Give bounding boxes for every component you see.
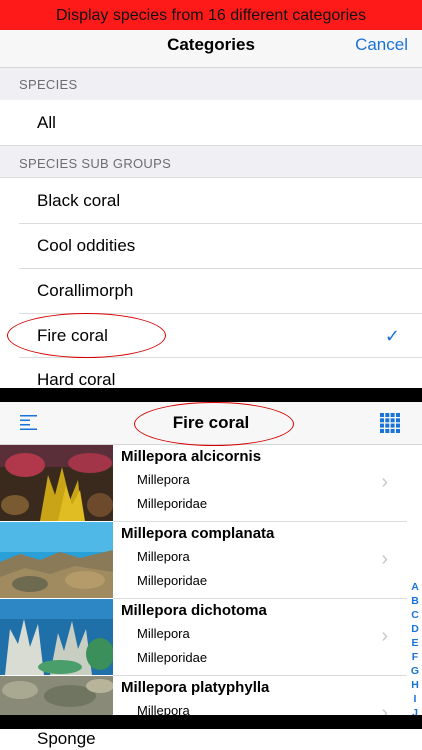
index-letter[interactable]: D xyxy=(408,622,422,636)
chevron-right-icon: › xyxy=(381,625,388,647)
subgroup-label: Cool oddities xyxy=(37,236,136,255)
subgroup-hard-coral[interactable]: Hard coral xyxy=(0,358,422,388)
species-row-platyphylla[interactable]: Millepora platyphylla Millepora › xyxy=(0,676,406,715)
species-genus: Millepora xyxy=(137,703,190,715)
alphabet-index[interactable]: A B C D E F G H I J xyxy=(408,580,422,720)
category-all[interactable]: All xyxy=(0,100,422,145)
index-letter[interactable]: B xyxy=(408,594,422,608)
screen-divider xyxy=(0,715,422,729)
species-name: Millepora platyphylla xyxy=(121,679,270,696)
checkmark-icon: ✓ xyxy=(384,326,400,346)
index-letter[interactable]: F xyxy=(408,650,422,664)
species-family: Milleporidae xyxy=(137,496,208,511)
index-letter[interactable]: I xyxy=(408,692,422,706)
index-letter[interactable]: E xyxy=(408,636,422,650)
subgroup-cool-oddities[interactable]: Cool oddities xyxy=(0,224,422,268)
species-name: Millepora complanata xyxy=(121,525,275,542)
species-family: Milleporidae xyxy=(137,573,208,588)
species-genus: Millepora xyxy=(137,549,190,564)
highlight-ellipse xyxy=(7,313,166,358)
chevron-right-icon: › xyxy=(381,548,388,570)
species-name: Millepora dichotoma xyxy=(121,602,267,619)
species-genus: Millepora xyxy=(137,626,190,641)
chevron-right-icon: › xyxy=(381,471,388,493)
subgroup-label: Hard coral xyxy=(37,370,116,388)
subgroup-sponge[interactable]: Sponge xyxy=(0,729,422,750)
index-letter[interactable]: G xyxy=(408,664,422,678)
species-photo xyxy=(0,445,113,521)
subgroup-label: Sponge xyxy=(37,729,96,748)
subgroup-corallimorph[interactable]: Corallimorph xyxy=(0,269,422,313)
index-letter[interactable]: C xyxy=(408,608,422,622)
highlight-ellipse xyxy=(134,402,294,446)
species-name: Millepora alcicornis xyxy=(121,448,262,465)
subgroup-label: Black coral xyxy=(37,191,121,210)
subgroup-label: Corallimorph xyxy=(37,281,134,300)
section-header-subgroups: SPECIES SUB GROUPS xyxy=(0,145,422,178)
subgroup-black-coral[interactable]: Black coral xyxy=(0,178,422,223)
species-family: Milleporidae xyxy=(137,650,208,665)
species-photo xyxy=(0,676,113,715)
species-row-alcicornis[interactable]: Millepora alcicornis Millepora Millepori… xyxy=(0,445,406,522)
section-header-species: SPECIES xyxy=(0,68,422,100)
promo-banner: Display species from 16 different catego… xyxy=(0,0,422,30)
grid-icon[interactable] xyxy=(380,413,400,433)
index-letter[interactable]: H xyxy=(408,678,422,692)
cancel-button[interactable]: Cancel xyxy=(355,35,408,55)
screen-divider xyxy=(0,388,422,402)
chevron-right-icon: › xyxy=(381,702,388,715)
species-genus: Millepora xyxy=(137,472,190,487)
species-row-complanata[interactable]: Millepora complanata Millepora Millepori… xyxy=(0,522,406,599)
species-row-dichotoma[interactable]: Millepora dichotoma Millepora Milleporid… xyxy=(0,599,406,676)
species-photo xyxy=(0,599,113,675)
category-all-label: All xyxy=(37,113,56,132)
categories-nav-bar: Categories Cancel xyxy=(0,30,422,68)
index-letter[interactable]: A xyxy=(408,580,422,594)
species-photo xyxy=(0,522,113,598)
